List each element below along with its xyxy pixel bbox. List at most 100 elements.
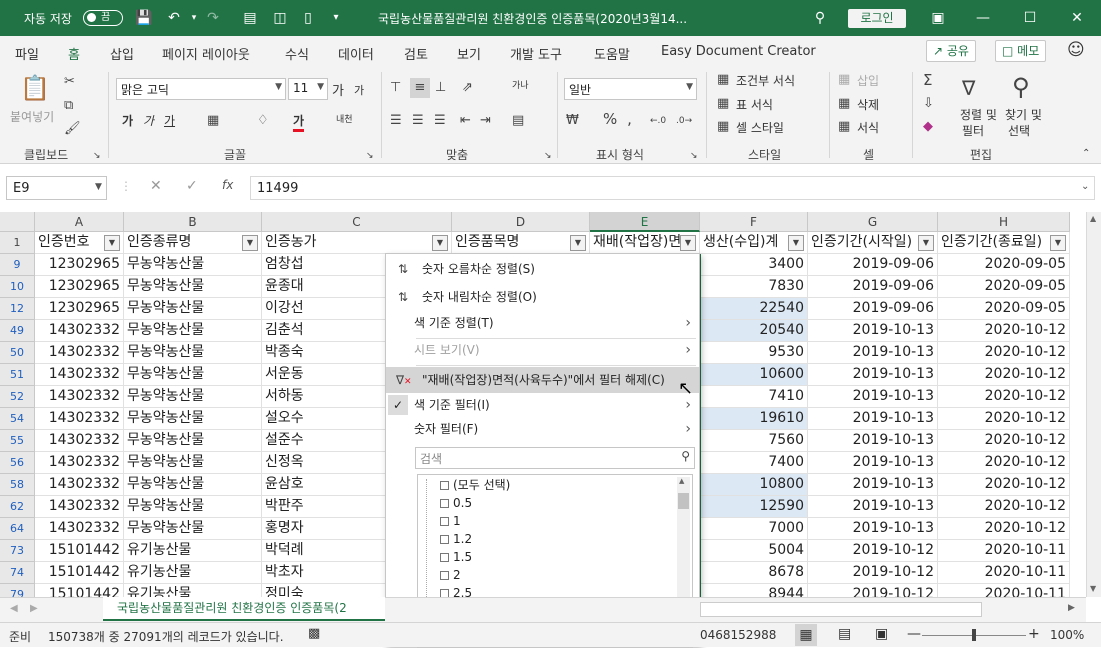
table-cell[interactable]: 2019-10-13 bbox=[808, 342, 938, 364]
table-cell[interactable]: 9530 bbox=[700, 342, 808, 364]
vertical-scrollbar[interactable]: ▲ ▼ bbox=[1086, 212, 1101, 597]
sort-filter-label[interactable]: 정렬 및 bbox=[960, 106, 997, 123]
filter-dropdown-icon[interactable]: ▼ bbox=[918, 235, 934, 251]
tab-data[interactable]: 데이터 bbox=[338, 44, 374, 63]
italic-button[interactable]: 가 bbox=[143, 112, 154, 129]
name-box-dropdown-icon[interactable]: ▼ bbox=[95, 182, 102, 192]
table-cell[interactable]: 무농약농산물 bbox=[124, 474, 262, 496]
autosum-icon[interactable]: Σ bbox=[923, 72, 932, 88]
format-cells-button[interactable]: 서식 bbox=[857, 119, 879, 136]
enter-icon[interactable]: ✓ bbox=[186, 178, 198, 194]
font-color-button[interactable]: 가 bbox=[293, 112, 305, 132]
row-header[interactable]: 49 bbox=[0, 320, 35, 342]
format-as-table-button[interactable]: 표 서식 bbox=[736, 96, 773, 113]
table-cell[interactable]: 15101442 bbox=[35, 562, 124, 584]
cell-styles-button[interactable]: 셀 스타일 bbox=[736, 119, 784, 136]
table-cell[interactable]: 14302332 bbox=[35, 518, 124, 540]
collapse-ribbon-icon[interactable]: ⌃ bbox=[1082, 146, 1090, 162]
menu-sort-ascending[interactable]: ⇅ 숫자 오름차순 정렬(S) bbox=[386, 257, 699, 281]
table-cell[interactable]: 무농약농산물 bbox=[124, 276, 262, 298]
table-cell[interactable]: 12590 bbox=[700, 496, 808, 518]
table-cell[interactable]: 무농약농산물 bbox=[124, 254, 262, 276]
table-cell[interactable]: 2020-09-05 bbox=[938, 254, 1070, 276]
horizontal-scrollbar[interactable] bbox=[700, 602, 982, 617]
table-cell[interactable]: 12302965 bbox=[35, 276, 124, 298]
tab-easy-document-creator[interactable]: Easy Document Creator bbox=[661, 44, 816, 59]
tab-file[interactable]: 파일 bbox=[15, 44, 39, 63]
phonetic-button[interactable]: 내천 bbox=[336, 112, 353, 125]
menu-number-filters[interactable]: 숫자 필터(F) › bbox=[386, 417, 699, 441]
zoom-out-icon[interactable]: — bbox=[907, 626, 921, 642]
table-cell[interactable]: 2020-10-12 bbox=[938, 430, 1070, 452]
table-cell[interactable]: 2020-10-12 bbox=[938, 408, 1070, 430]
table-cell[interactable]: 무농약농산물 bbox=[124, 430, 262, 452]
table-cell[interactable]: 7830 bbox=[700, 276, 808, 298]
copy-icon[interactable]: ⧉ bbox=[64, 98, 73, 114]
table-cell[interactable]: 14302332 bbox=[35, 386, 124, 408]
table-cell[interactable]: 유기농산물 bbox=[124, 584, 262, 597]
accounting-format-icon[interactable]: ₩ bbox=[566, 113, 579, 129]
header-cell[interactable]: 인증기간(종료일) ▼ bbox=[938, 232, 1070, 254]
sheet-tab[interactable]: 국립농산물품질관리원 친환경인증 인증품목(2 bbox=[103, 597, 385, 621]
filter-search-input[interactable]: 검색 ⚲ bbox=[415, 447, 695, 469]
decrease-indent-icon[interactable]: ⇤ bbox=[460, 113, 471, 129]
scroll-up-icon[interactable]: ▲ bbox=[1090, 214, 1096, 223]
cancel-icon[interactable]: ✕ bbox=[150, 178, 162, 194]
table-cell[interactable]: 무농약농산물 bbox=[124, 408, 262, 430]
underline-button[interactable]: 가 bbox=[164, 112, 175, 129]
checkbox[interactable] bbox=[440, 481, 449, 490]
conditional-format-icon[interactable]: ▦ bbox=[717, 72, 729, 88]
insert-cells-button[interactable]: 삽입 bbox=[857, 72, 879, 89]
menu-sort-by-color[interactable]: 색 기준 정렬(T) › bbox=[386, 311, 699, 335]
wrap-text-button[interactable]: 가나 bbox=[512, 78, 529, 91]
filter-value-item[interactable]: 1.2 bbox=[440, 530, 472, 548]
search-icon[interactable]: ⚲ bbox=[810, 8, 830, 28]
accessibility-icon[interactable]: ▩ bbox=[308, 626, 320, 641]
tab-page-layout[interactable]: 페이지 레이아웃 bbox=[162, 44, 250, 63]
percent-icon[interactable]: % bbox=[603, 111, 617, 127]
zoom-in-icon[interactable]: + bbox=[1028, 626, 1040, 642]
customize-qat-icon[interactable]: ▾ bbox=[326, 8, 346, 28]
table-cell[interactable]: 7000 bbox=[700, 518, 808, 540]
checkbox[interactable] bbox=[440, 517, 449, 526]
column-header-a[interactable]: A bbox=[35, 212, 124, 232]
checkbox[interactable] bbox=[440, 553, 449, 562]
orientation-icon[interactable]: ⇗ bbox=[462, 80, 473, 96]
table-cell[interactable]: 2019-09-06 bbox=[808, 254, 938, 276]
table-cell[interactable]: 무농약농산물 bbox=[124, 342, 262, 364]
tab-review[interactable]: 검토 bbox=[404, 44, 428, 63]
table-cell[interactable]: 2019-10-13 bbox=[808, 364, 938, 386]
table-cell[interactable]: 2019-10-13 bbox=[808, 386, 938, 408]
row-header[interactable]: 51 bbox=[0, 364, 35, 386]
table-cell[interactable]: 2019-10-12 bbox=[808, 562, 938, 584]
find-select-icon[interactable]: ⚲ bbox=[1012, 72, 1030, 102]
table-cell[interactable]: 7400 bbox=[700, 452, 808, 474]
table-cell[interactable]: 2020-10-12 bbox=[938, 386, 1070, 408]
header-cell[interactable]: 인증종류명 ▼ bbox=[124, 232, 262, 254]
new-file-icon[interactable]: ▯ bbox=[298, 8, 318, 28]
table-cell[interactable]: 유기농산물 bbox=[124, 562, 262, 584]
table-cell[interactable]: 7410 bbox=[700, 386, 808, 408]
page-break-view-icon[interactable]: ▣ bbox=[875, 626, 888, 642]
scroll-right-icon[interactable]: ▶ bbox=[1068, 603, 1075, 613]
sort-filter-label2[interactable]: 필터 bbox=[962, 122, 984, 139]
filter-dropdown-icon[interactable]: ▼ bbox=[432, 235, 448, 251]
format-as-table-icon[interactable]: ▦ bbox=[717, 96, 729, 112]
table-cell[interactable]: 20540 bbox=[700, 320, 808, 342]
menu-sort-descending[interactable]: ⇅ 숫자 내림차순 정렬(O) bbox=[386, 285, 699, 309]
table-cell[interactable]: 5004 bbox=[700, 540, 808, 562]
table-cell[interactable]: 12302965 bbox=[35, 298, 124, 320]
filter-dropdown-icon[interactable]: ▼ bbox=[104, 235, 120, 251]
fill-icon[interactable]: ⇩ bbox=[923, 96, 934, 112]
row-header[interactable]: 58 bbox=[0, 474, 35, 496]
prev-sheet-icon[interactable]: ◀ bbox=[10, 603, 18, 614]
paste-label[interactable]: 붙여넣기 bbox=[10, 108, 54, 125]
menu-filter-by-color[interactable]: ✓ 색 기준 필터(I) › bbox=[386, 393, 699, 417]
header-cell[interactable]: 인증기간(시작일) ▼ bbox=[808, 232, 938, 254]
undo-icon[interactable]: ↶ bbox=[164, 8, 184, 28]
tab-developer[interactable]: 개발 도구 bbox=[510, 44, 562, 63]
autosave-toggle[interactable]: 끔 bbox=[83, 10, 123, 26]
maximize-icon[interactable]: ☐ bbox=[1020, 8, 1040, 28]
share-button[interactable]: ↗ 공유 bbox=[926, 40, 976, 62]
column-header-b[interactable]: B bbox=[124, 212, 262, 232]
